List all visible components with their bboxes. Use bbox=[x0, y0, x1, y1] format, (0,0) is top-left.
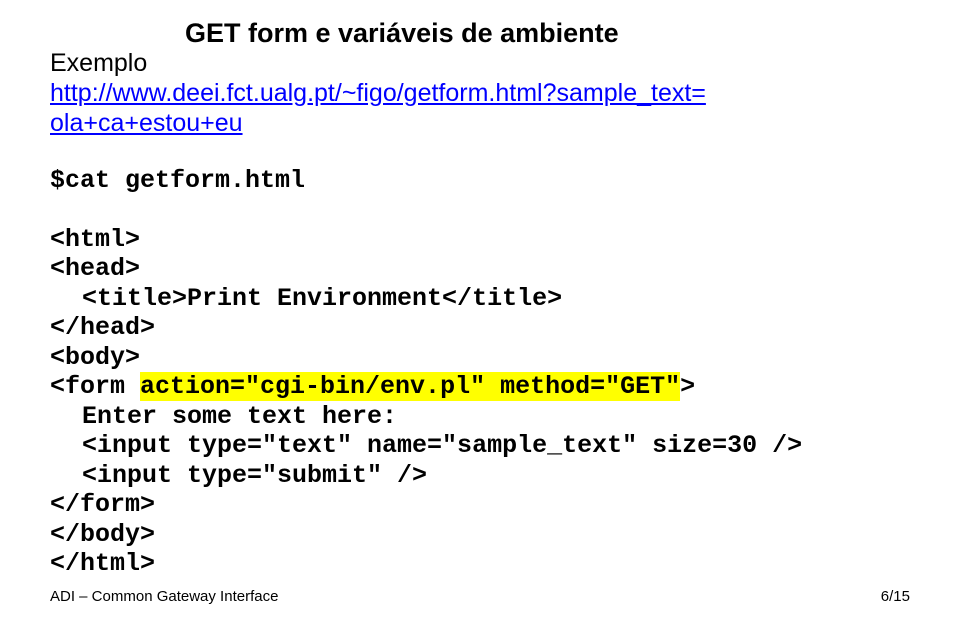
code-line-2: <head> bbox=[50, 254, 140, 283]
code-line-8: <input type="text" name="sample_text" si… bbox=[50, 431, 802, 460]
footer-page-number: 6/15 bbox=[881, 588, 910, 605]
url-block: http://www.deei.fct.ualg.pt/~figo/getfor… bbox=[50, 78, 910, 138]
code-line-7: Enter some text here: bbox=[50, 402, 397, 431]
highlighted-attrs: action="cgi-bin/env.pl" method="GET" bbox=[140, 372, 680, 401]
footer-left: ADI – Common Gateway Interface bbox=[50, 588, 621, 605]
shell-command: $cat getform.html bbox=[50, 166, 910, 195]
code-line-3: <title>Print Environment</title> bbox=[50, 284, 562, 313]
code-line-12: </html> bbox=[50, 549, 155, 578]
url-line1: http://www.deei.fct.ualg.pt/~figo/getfor… bbox=[50, 79, 706, 107]
code-block: <html> <head> <title>Print Environment</… bbox=[50, 195, 910, 579]
page-title: GET form e variáveis de ambiente bbox=[185, 18, 910, 49]
code-line-5: <body> bbox=[50, 343, 140, 372]
url-line2: ola+ca+estou+eu bbox=[50, 109, 243, 137]
code-line-1: <html> bbox=[50, 225, 140, 254]
page-footer: ADI – Common Gateway Interface 6/15 bbox=[50, 588, 910, 605]
code-line-10: </form> bbox=[50, 490, 155, 519]
example-label: Exemplo bbox=[50, 49, 910, 78]
code-line-9: <input type="submit" /> bbox=[50, 461, 427, 490]
code-line-6: <form action="cgi-bin/env.pl" method="GE… bbox=[50, 372, 695, 401]
example-url-link[interactable]: http://www.deei.fct.ualg.pt/~figo/getfor… bbox=[50, 79, 706, 137]
code-line-11: </body> bbox=[50, 520, 155, 549]
code-line-4: </head> bbox=[50, 313, 155, 342]
